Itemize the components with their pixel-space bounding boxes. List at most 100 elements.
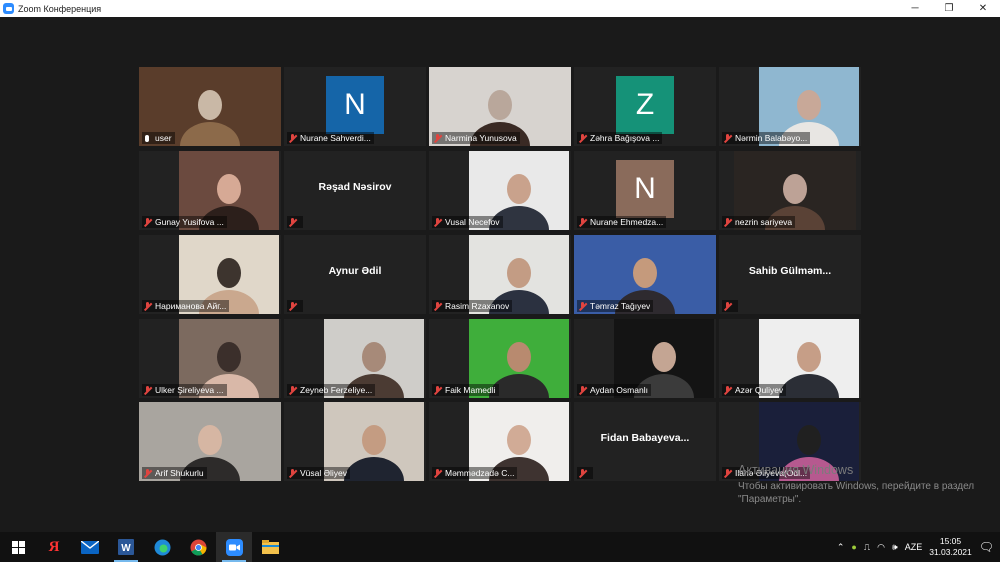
participant-name-label: user (142, 132, 175, 144)
participant-name-label: Arif Shukurlu (142, 467, 207, 479)
language-indicator[interactable]: AZE (905, 542, 923, 552)
participant-name: Faik Mamedli (445, 385, 496, 395)
mic-muted-icon (433, 301, 442, 311)
participant-tile[interactable]: Z Zəhra Bağışova ... (574, 67, 716, 146)
participant-name: Nurane Ehmedza... (590, 217, 664, 227)
participant-name: Ulker Şireliyeva ... (155, 385, 224, 395)
windows-start-icon[interactable] (0, 532, 36, 562)
participant-tile[interactable]: Zeyneb Ferzeliye... (284, 319, 426, 398)
chrome-icon[interactable] (180, 532, 216, 562)
participant-display-name: Aynur Ədil (328, 265, 382, 277)
participant-name: Azər Quliyev (735, 385, 784, 395)
mic-muted-icon (578, 217, 587, 227)
participant-tile[interactable]: Narmina Yunusova (429, 67, 571, 146)
participant-tile[interactable]: Azər Quliyev (719, 319, 861, 398)
participant-name-label: Rasim Rzaxanov (432, 300, 513, 312)
participant-tile[interactable]: N Nurane Sahverdi... (284, 67, 426, 146)
avatar-letter: N (326, 76, 384, 134)
time: 15:05 (939, 536, 962, 546)
participant-name-label: Zəhra Bağışova ... (577, 132, 663, 144)
participant-tile[interactable]: Aynur Ədil (284, 235, 426, 314)
participant-tile[interactable]: Ulker Şireliyeva ... (139, 319, 281, 398)
participant-name: user (155, 133, 172, 143)
word-icon[interactable]: W (108, 532, 144, 562)
mic-muted-icon (143, 468, 152, 478)
participant-name: nezrin sariyeva (735, 217, 793, 227)
participant-name: Nərmin Balabəyo... (735, 133, 808, 143)
participant-tile[interactable]: Vüsal Əliyev (284, 402, 426, 481)
participant-name: Təmraz Tağıyev (590, 301, 651, 311)
mic-muted-icon (288, 385, 297, 395)
participant-name-label: Azər Quliyev (722, 384, 787, 396)
zoom-app-icon (3, 3, 14, 14)
mic-muted-icon (143, 301, 152, 311)
participant-tile[interactable]: Rəşad Nəsirov (284, 151, 426, 230)
avatar-letter: N (616, 160, 674, 218)
wifi-icon[interactable]: ◠ (877, 542, 885, 553)
close-button[interactable]: ✕ (966, 0, 1000, 17)
participant-name-label: nezrin sariyeva (722, 216, 796, 228)
avatar-letter: Z (616, 76, 674, 134)
participant-name: Zeyneb Ferzeliye... (300, 385, 373, 395)
mic-muted-icon (433, 133, 442, 143)
mic-muted-icon (578, 301, 587, 311)
activation-watermark-text: Чтобы активировать Windows, перейдите в … (738, 481, 975, 505)
volume-icon[interactable]: 🕪 (892, 542, 898, 553)
participant-tile[interactable]: Нариманова Айг... (139, 235, 281, 314)
file-explorer-icon[interactable] (252, 532, 288, 562)
participant-tile[interactable]: N Nurane Ehmedza... (574, 151, 716, 230)
mic-muted-icon (723, 385, 732, 395)
participant-name-label: Nərmin Balabəyo... (722, 132, 811, 144)
participant-tile[interactable]: Vusal Necefov (429, 151, 571, 230)
app-tray-icon[interactable]: ● (851, 542, 856, 552)
participant-tile[interactable]: Rasim Rzaxanov (429, 235, 571, 314)
participant-name-label: Ulker Şireliyeva ... (142, 384, 227, 396)
mail-icon[interactable] (72, 532, 108, 562)
svg-text:W: W (121, 543, 131, 554)
participant-name-label: Vüsal Əliyev (287, 467, 351, 479)
participant-tile[interactable]: Nərmin Balabəyo... (719, 67, 861, 146)
mic-muted-icon (143, 385, 152, 395)
gallery-view: user N Nurane Sahverdi... Narmina Yunusova Z… (0, 17, 1000, 532)
mic-muted-icon (288, 468, 297, 478)
participant-name: Arif Shukurlu (155, 468, 204, 478)
participant-name-label (722, 300, 738, 312)
mic-muted-icon (723, 468, 732, 478)
participant-tile[interactable]: Təmraz Tağıyev (574, 235, 716, 314)
system-tray: ⌃ ● ⎍ ◠ 🕪 AZE 15:05 31.03.2021 🗨 (837, 532, 1000, 562)
participant-name: Rasim Rzaxanov (445, 301, 510, 311)
participant-name: Məmmədzadə C... (445, 468, 515, 478)
notifications-icon[interactable]: 🗨 (979, 540, 994, 554)
participant-tile[interactable]: Sahib Gülməm... (719, 235, 861, 314)
mic-muted-icon (578, 385, 587, 395)
clock[interactable]: 15:05 31.03.2021 (929, 536, 972, 558)
mic-muted-icon (433, 385, 442, 395)
chevron-up-icon[interactable]: ⌃ (837, 542, 845, 553)
participant-name-label: Zeyneb Ferzeliye... (287, 384, 376, 396)
maximize-button[interactable]: ❐ (932, 0, 966, 17)
edge-icon[interactable] (144, 532, 180, 562)
participant-name-label: Nurane Sahverdi... (287, 132, 374, 144)
participant-tile[interactable]: nezrin sariyeva (719, 151, 861, 230)
participant-tile[interactable]: Fidan Babayeva... (574, 402, 716, 481)
usb-icon[interactable]: ⎍ (864, 542, 870, 553)
mic-icon (143, 134, 152, 142)
window-title: Zoom Конференция (18, 3, 102, 14)
participant-tile[interactable]: Məmmədzadə C... (429, 402, 571, 481)
participant-tile[interactable]: user (139, 67, 281, 146)
participant-tile[interactable]: Gunay Yusifova ... (139, 151, 281, 230)
participant-name-label: Məmmədzadə C... (432, 467, 518, 479)
yandex-browser-icon[interactable]: Я (36, 532, 72, 562)
participant-name-label: Vusal Necefov (432, 216, 503, 228)
participant-display-name: Rəşad Nəsirov (318, 181, 392, 193)
participant-tile[interactable]: Arif Shukurlu (139, 402, 281, 481)
minimize-button[interactable]: ─ (898, 0, 932, 17)
taskbar: Я W ⌃ ● ⎍ ◠ 🕪 AZE 15:05 31.03.2021 🗨 (0, 532, 1000, 562)
zoom-icon[interactable] (216, 532, 252, 562)
participant-tile[interactable]: Faik Mamedli (429, 319, 571, 398)
participant-name-label: Gunay Yusifova ... (142, 216, 227, 228)
participant-display-name: Fidan Babayeva... (600, 432, 690, 444)
participant-tile[interactable]: Aydan Osmanlı (574, 319, 716, 398)
participant-name: Zəhra Bağışova ... (590, 133, 660, 143)
mic-muted-icon (433, 468, 442, 478)
